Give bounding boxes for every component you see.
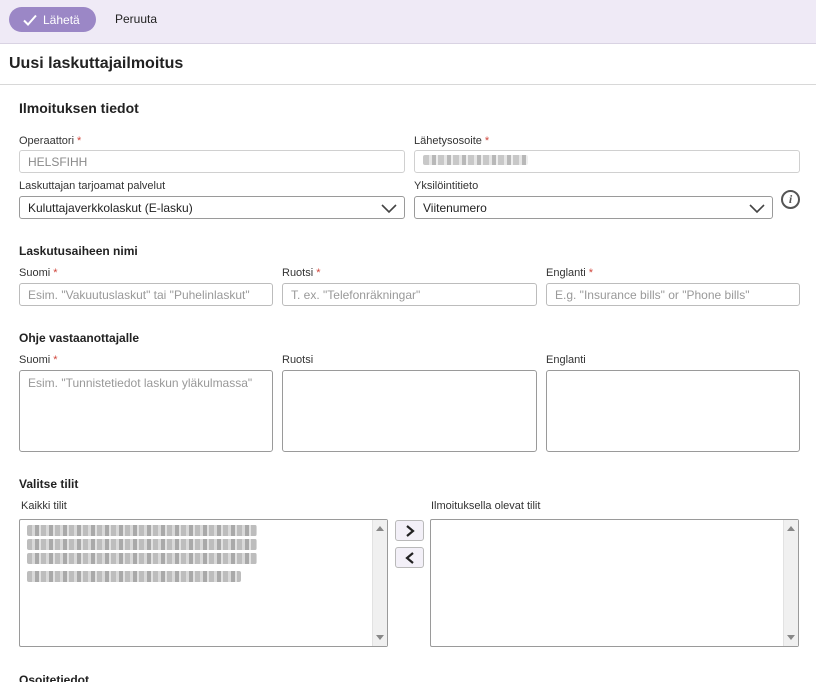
subject-sv-input[interactable]: T. ex. "Telefonräkningar" bbox=[282, 283, 537, 306]
recipient-guide-heading: Ohje vastaanottajalle bbox=[19, 331, 140, 345]
services-label: Laskuttajan tarjoamat palvelut bbox=[19, 180, 166, 192]
action-toolbar: Lähetä Peruuta bbox=[0, 0, 816, 44]
subject-en-input[interactable]: E.g. "Insurance bills" or "Phone bills" bbox=[546, 283, 800, 306]
billing-subject-heading: Laskutusaiheen nimi bbox=[19, 244, 138, 258]
redacted-address bbox=[423, 155, 528, 165]
guide-en-label: Englanti bbox=[546, 354, 586, 366]
info-icon[interactable]: i bbox=[781, 190, 800, 209]
redacted-account[interactable] bbox=[27, 539, 257, 550]
accounts-heading: Valitse tilit bbox=[19, 477, 79, 491]
redacted-account[interactable] bbox=[27, 571, 241, 582]
chevron-down-icon bbox=[749, 204, 765, 214]
selected-accounts-scrollbar[interactable] bbox=[783, 520, 798, 646]
send-button[interactable]: Lähetä bbox=[9, 7, 96, 32]
redacted-account[interactable] bbox=[27, 525, 257, 536]
chevron-down-icon bbox=[381, 204, 397, 214]
chevron-right-icon bbox=[405, 524, 415, 537]
subject-en-label: Englanti * bbox=[546, 267, 594, 279]
notice-info-heading: Ilmoituksen tiedot bbox=[19, 100, 139, 116]
guide-sv-label: Ruotsi bbox=[282, 354, 314, 366]
chevron-left-icon bbox=[404, 551, 414, 564]
guide-fi-textarea[interactable]: Esim. "Tunnistetiedot laskun yläkulmassa… bbox=[19, 370, 273, 452]
redacted-account[interactable] bbox=[27, 553, 257, 564]
send-button-label: Lähetä bbox=[43, 12, 80, 27]
identifier-select-value: Viitenumero bbox=[423, 200, 487, 215]
page-title: Uusi laskuttajailmoitus bbox=[9, 55, 184, 72]
scroll-up-icon[interactable] bbox=[376, 526, 384, 531]
subject-fi-label: Suomi * bbox=[19, 267, 58, 279]
scroll-down-icon[interactable] bbox=[787, 635, 795, 640]
all-accounts-scrollbar[interactable] bbox=[372, 520, 387, 646]
all-accounts-label: Kaikki tilit bbox=[21, 500, 67, 512]
send-address-label: Lähetysosoite * bbox=[414, 135, 490, 147]
address-heading: Osoitetiedot bbox=[19, 673, 90, 682]
operator-label: Operaattori * bbox=[19, 135, 82, 147]
move-right-button[interactable] bbox=[395, 520, 424, 541]
cancel-button[interactable]: Peruuta bbox=[115, 12, 157, 26]
scroll-up-icon[interactable] bbox=[787, 526, 795, 531]
services-select-value: Kuluttajaverkkolaskut (E-lasku) bbox=[28, 200, 193, 215]
move-left-button[interactable] bbox=[395, 547, 424, 568]
identifier-select[interactable]: Viitenumero bbox=[414, 196, 773, 219]
identifier-label: Yksilöintitieto bbox=[414, 180, 479, 192]
operator-field[interactable]: HELSFIHH bbox=[19, 150, 405, 173]
guide-sv-textarea[interactable] bbox=[282, 370, 537, 452]
title-divider bbox=[0, 84, 816, 85]
selected-accounts-label: Ilmoituksella olevat tilit bbox=[431, 500, 541, 512]
guide-en-textarea[interactable] bbox=[546, 370, 800, 452]
scroll-down-icon[interactable] bbox=[376, 635, 384, 640]
guide-fi-label: Suomi * bbox=[19, 354, 58, 366]
services-select[interactable]: Kuluttajaverkkolaskut (E-lasku) bbox=[19, 196, 405, 219]
all-accounts-list[interactable] bbox=[19, 519, 388, 647]
checkmark-icon bbox=[23, 14, 37, 26]
subject-sv-label: Ruotsi * bbox=[282, 267, 321, 279]
selected-accounts-list[interactable] bbox=[430, 519, 799, 647]
subject-fi-input[interactable]: Esim. "Vakuutuslaskut" tai "Puhelinlasku… bbox=[19, 283, 273, 306]
